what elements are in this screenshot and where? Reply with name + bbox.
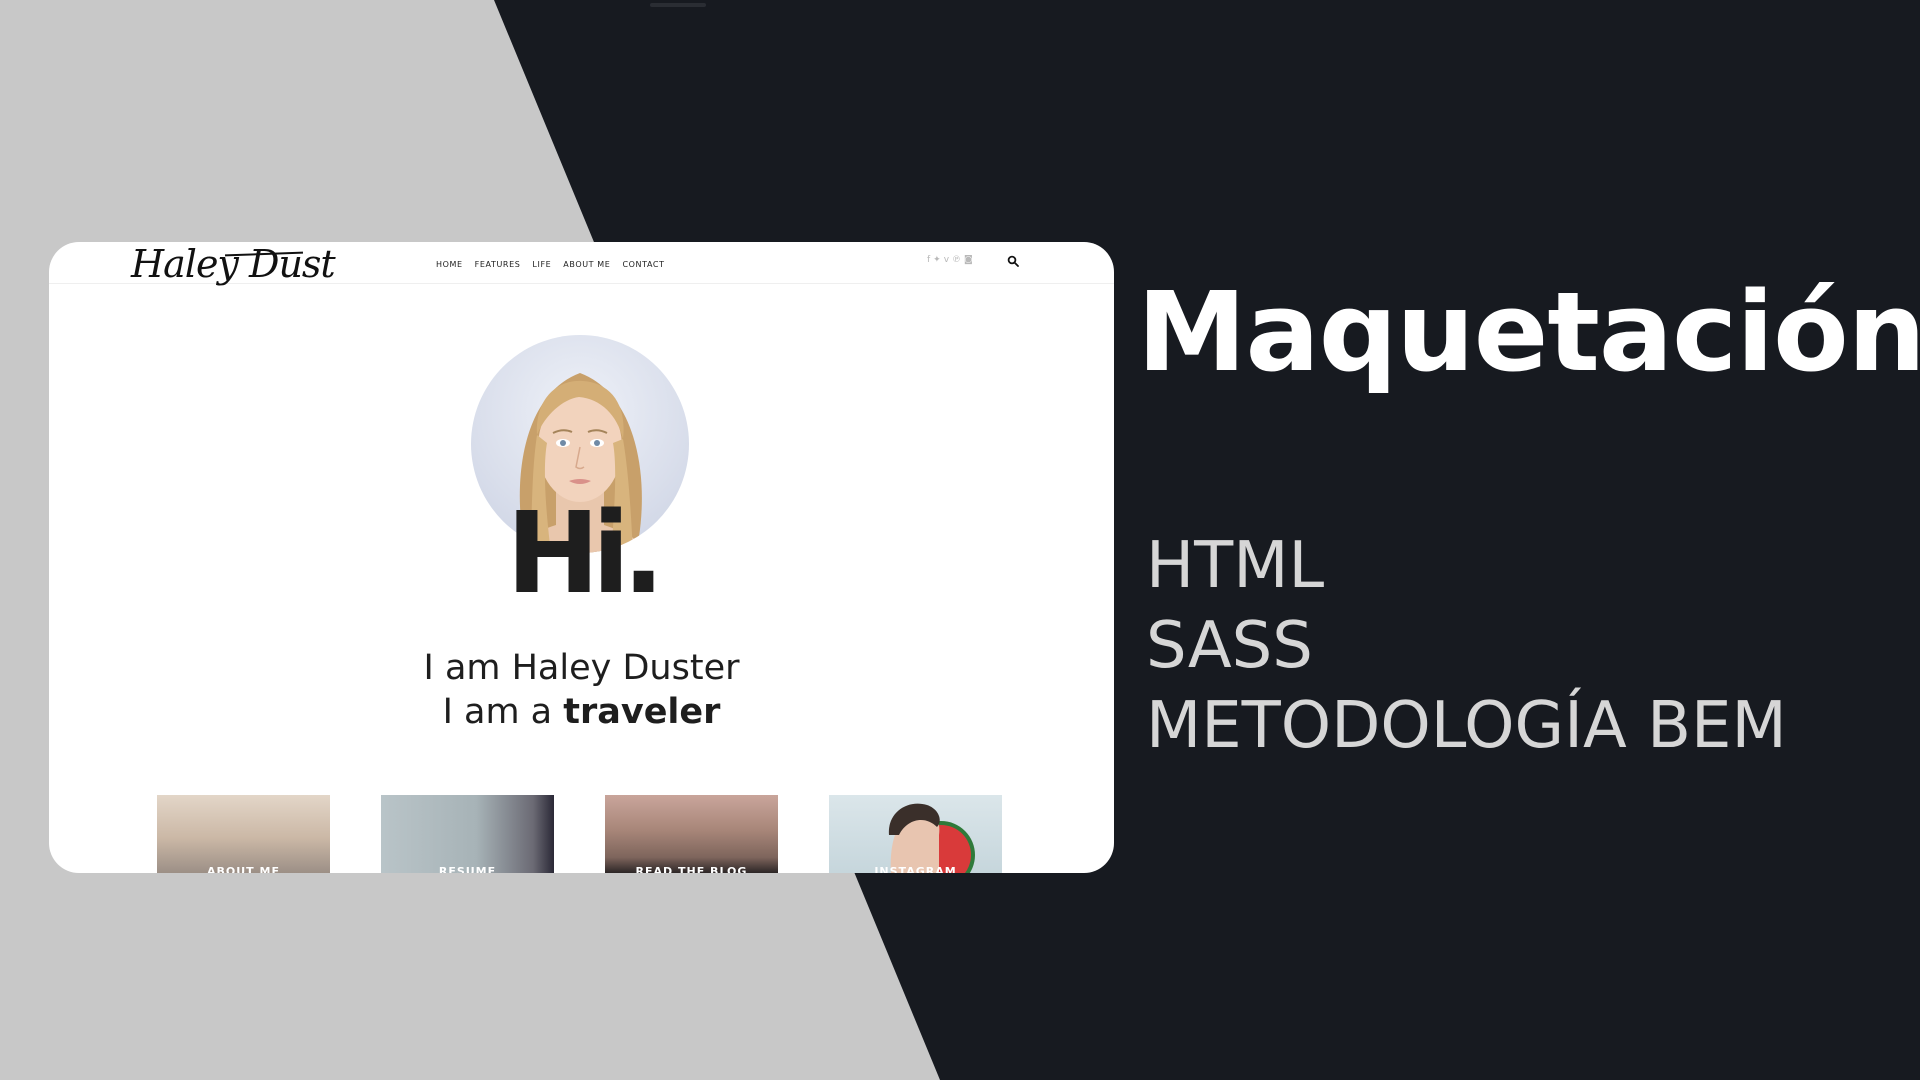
tile-label: RESUME bbox=[438, 865, 497, 873]
nav-item-life[interactable]: LIFE bbox=[532, 260, 551, 269]
site-header: Haley Dust HOME FEATURES LIFE ABOUT ME C… bbox=[49, 242, 1114, 286]
watermelon-portrait bbox=[888, 803, 975, 873]
facebook-icon[interactable]: f bbox=[927, 255, 930, 265]
hero-greeting: Hi. bbox=[506, 489, 665, 619]
tile-read-the-blog[interactable]: READ THE BLOG bbox=[605, 795, 778, 873]
tile-label: READ THE BLOG bbox=[635, 865, 748, 873]
main-nav: HOME FEATURES LIFE ABOUT ME CONTACT bbox=[436, 260, 665, 269]
slide-title: Maquetación bbox=[1137, 268, 1920, 396]
site-logo[interactable]: Haley Dust bbox=[131, 242, 336, 286]
nav-item-about-me[interactable]: ABOUT ME bbox=[563, 260, 610, 269]
nav-item-features[interactable]: FEATURES bbox=[475, 260, 521, 269]
twitter-icon[interactable]: ✦ bbox=[933, 255, 941, 265]
hero-role-prefix: I am a bbox=[442, 692, 564, 732]
tech-list: HTML SASS METODOLOGÍA BEM bbox=[1146, 526, 1787, 766]
tech-item-sass: SASS bbox=[1146, 609, 1313, 683]
social-links: f ✦ v ℗ ◙ bbox=[927, 255, 973, 265]
search-icon[interactable] bbox=[1007, 255, 1019, 267]
vimeo-icon[interactable]: v bbox=[944, 255, 949, 265]
tech-item-bem: METODOLOGÍA BEM bbox=[1146, 689, 1787, 763]
tile-label: ABOUT ME bbox=[207, 865, 280, 873]
tile-about-me[interactable]: ABOUT ME bbox=[157, 795, 330, 873]
hero-role-highlight: traveler bbox=[563, 692, 721, 732]
nav-item-contact[interactable]: CONTACT bbox=[622, 260, 664, 269]
nav-item-home[interactable]: HOME bbox=[436, 260, 463, 269]
top-mark bbox=[650, 3, 706, 7]
pinterest-icon[interactable]: ℗ bbox=[952, 255, 961, 265]
instagram-icon[interactable]: ◙ bbox=[964, 255, 973, 265]
tech-item-html: HTML bbox=[1146, 529, 1325, 603]
hero-name-line: I am Haley Duster bbox=[423, 648, 740, 688]
tile-instagram[interactable]: INSTAGRAM bbox=[829, 795, 1002, 873]
tile-resume[interactable]: RESUME bbox=[381, 795, 554, 873]
website-mockup: Haley Dust HOME FEATURES LIFE ABOUT ME C… bbox=[49, 242, 1114, 873]
hero-role-line: I am a traveler bbox=[49, 695, 1114, 730]
tile-label: INSTAGRAM bbox=[874, 865, 957, 873]
